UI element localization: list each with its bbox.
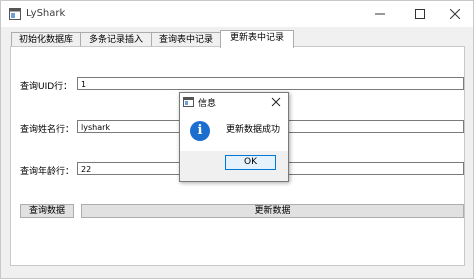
dialog-app-icon: [183, 97, 194, 107]
dialog-title-bar: 信息: [180, 93, 288, 111]
title-bar: LyShark: [1, 1, 473, 27]
window-close-button[interactable]: [437, 1, 473, 27]
name-label: 查询姓名行：: [20, 125, 75, 135]
uid-label: 查询UID行：: [20, 82, 73, 92]
dialog-title: 信息: [198, 99, 217, 109]
info-icon: i: [190, 121, 210, 141]
info-dialog: 信息 i 更新数据成功 OK: [179, 92, 289, 182]
minimize-icon: [375, 13, 385, 15]
app-icon: [9, 8, 21, 20]
uid-input[interactable]: 1: [77, 77, 464, 90]
tab-batch-insert[interactable]: 多条记录插入: [80, 32, 152, 47]
dialog-close-icon[interactable]: [270, 96, 282, 108]
tab-update-records[interactable]: 更新表中记录: [220, 30, 294, 48]
maximize-button[interactable]: [402, 1, 438, 27]
query-button[interactable]: 查询数据: [20, 204, 74, 218]
tab-query-records[interactable]: 查询表中记录: [151, 32, 221, 47]
tab-bar: 初始化数据库 多条记录插入 查询表中记录 更新表中记录: [11, 30, 465, 48]
window-title: LyShark: [26, 8, 66, 19]
tab-init-database[interactable]: 初始化数据库: [11, 32, 81, 47]
age-label: 查询年龄行：: [20, 167, 75, 177]
ok-button[interactable]: OK: [225, 155, 276, 170]
dialog-message: 更新数据成功: [226, 125, 281, 135]
close-icon: [450, 9, 460, 19]
maximize-icon: [415, 9, 425, 19]
update-button[interactable]: 更新数据: [81, 204, 464, 218]
dialog-body: i 更新数据成功: [180, 111, 288, 151]
minimize-button[interactable]: [362, 1, 398, 27]
